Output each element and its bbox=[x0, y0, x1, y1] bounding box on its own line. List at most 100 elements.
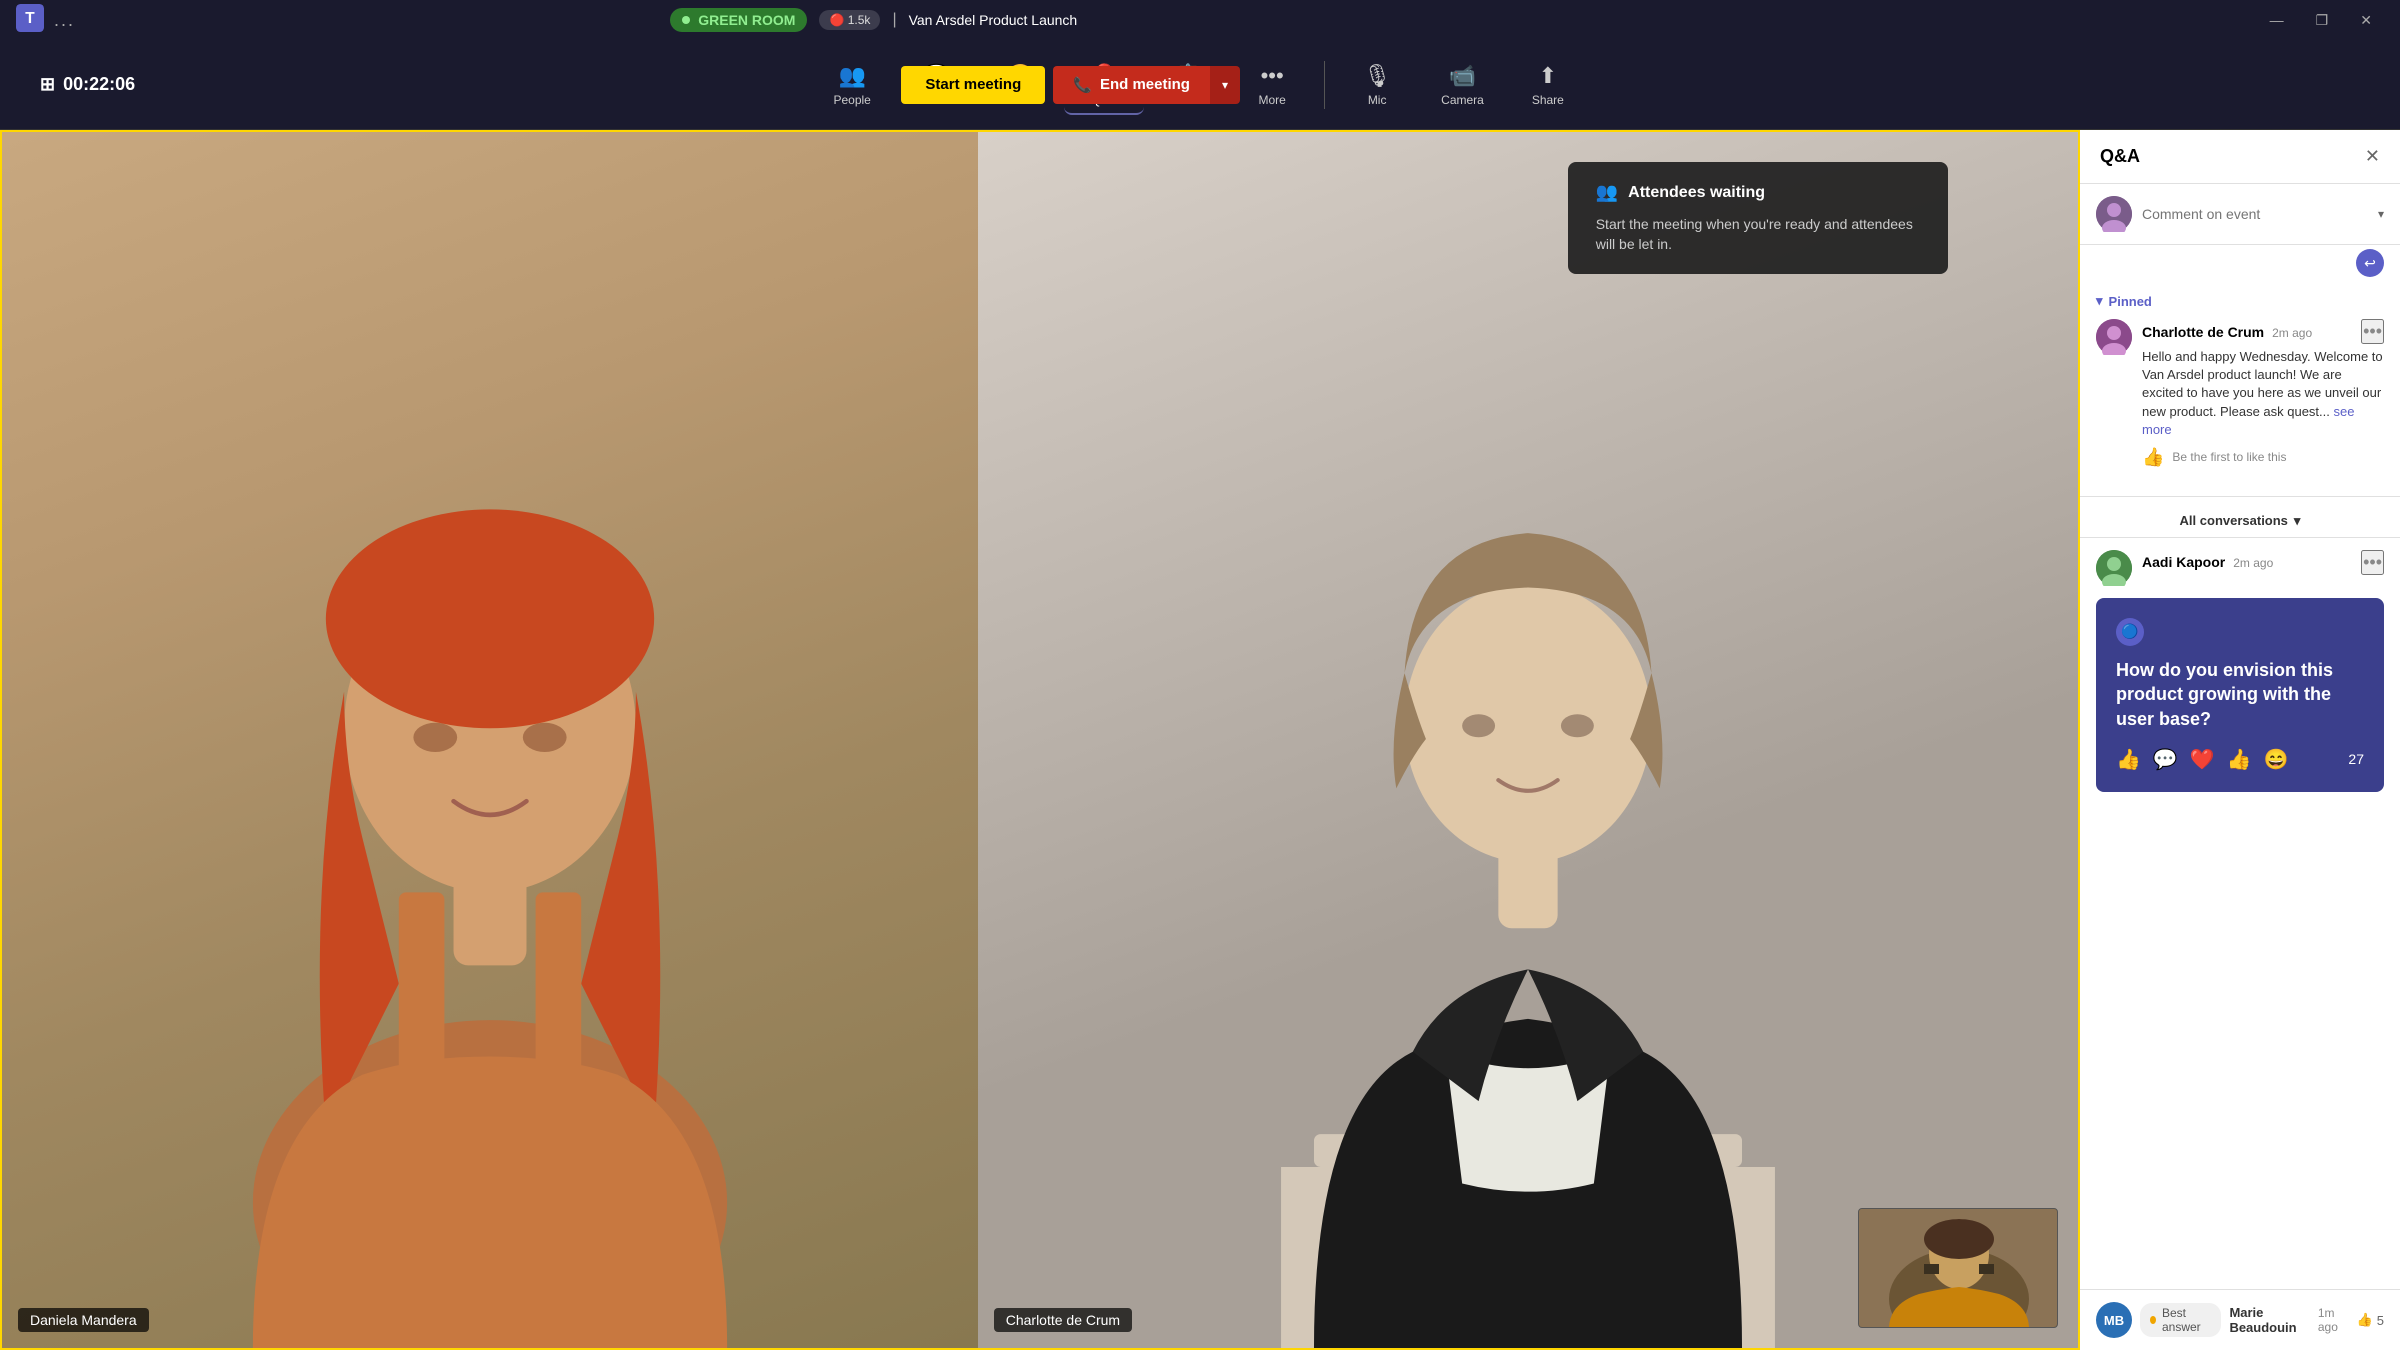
video-left: Daniela Mandera bbox=[2, 132, 978, 1348]
best-answer-time: 1m ago bbox=[2318, 1306, 2349, 1334]
titlebar-more-dots[interactable]: ... bbox=[54, 10, 75, 31]
aadi-time: 2m ago bbox=[2233, 556, 2273, 570]
waiting-title: Attendees waiting bbox=[1628, 184, 1765, 202]
question-like-button[interactable]: 👍 bbox=[2116, 747, 2141, 772]
green-room-dot bbox=[682, 16, 690, 24]
pinned-chevron-icon: ▾ bbox=[2096, 293, 2103, 309]
question-thumbs-button[interactable]: 👍 bbox=[2227, 747, 2252, 772]
separator: | bbox=[892, 11, 896, 29]
people-label: People bbox=[833, 93, 870, 107]
question-section: Aadi Kapoor 2m ago ••• 🔵 How do you envi… bbox=[2080, 538, 2400, 1289]
svg-text:T: T bbox=[25, 10, 35, 27]
all-conversations-chevron: ▾ bbox=[2294, 513, 2301, 529]
comment-input-field[interactable] bbox=[2142, 206, 2368, 222]
aadi-avatar bbox=[2096, 550, 2132, 586]
question-icon-symbol: 🔵 bbox=[2121, 623, 2138, 640]
best-answer-like-icon: 👍 bbox=[2357, 1312, 2373, 1328]
end-meeting-chevron[interactable]: ▾ bbox=[1210, 66, 1240, 104]
toolbar-action-buttons: Start meeting 📞 End meeting ▾ bbox=[901, 66, 1240, 104]
question-card: 🔵 How do you envision this product growi… bbox=[2096, 598, 2384, 792]
pinned-label: ▾ Pinned bbox=[2096, 293, 2384, 309]
waiting-banner: 👥 Attendees waiting Start the meeting wh… bbox=[1568, 162, 1948, 274]
charlotte-more-button[interactable]: ••• bbox=[2361, 319, 2384, 344]
charlotte-msg-header: Charlotte de Crum 2m ago ••• bbox=[2142, 319, 2384, 344]
charlotte-like-row: 👍 Be the first to like this bbox=[2142, 447, 2384, 468]
aadi-message: Aadi Kapoor 2m ago ••• bbox=[2096, 550, 2384, 586]
qa-divider-1 bbox=[2080, 496, 2400, 497]
qa-panel-title: Q&A bbox=[2100, 146, 2140, 167]
reaction-count: 27 bbox=[2348, 751, 2364, 767]
toolbar-item-mic[interactable]: 🎙 Mic bbox=[1337, 55, 1417, 115]
titlebar: T ... GREEN ROOM 🔴 1.5k | Van Arsdel Pro… bbox=[0, 0, 2400, 40]
close-button[interactable]: ✕ bbox=[2348, 8, 2384, 33]
charlotte-avatar bbox=[2096, 319, 2132, 355]
end-meeting-button[interactable]: 📞 End meeting bbox=[1053, 66, 1210, 104]
best-answer-name: Marie Beaudouin bbox=[2229, 1305, 2309, 1335]
question-actions: 👍 💬 ❤️ 👍 😄 27 bbox=[2116, 747, 2364, 772]
question-heart-button[interactable]: ❤️ bbox=[2190, 747, 2215, 772]
person-silhouette-left bbox=[124, 254, 856, 1348]
charlotte-time: 2m ago bbox=[2272, 326, 2312, 340]
pinned-section: ▾ Pinned Charlotte de Crum 2m bbox=[2080, 285, 2400, 488]
green-room-label: GREEN ROOM bbox=[698, 12, 795, 28]
end-meeting-group: 📞 End meeting ▾ bbox=[1053, 66, 1240, 104]
start-meeting-button[interactable]: Start meeting bbox=[901, 66, 1045, 104]
aadi-msg-body: Aadi Kapoor 2m ago ••• bbox=[2142, 550, 2384, 586]
charlotte-like-button[interactable]: 👍 bbox=[2142, 447, 2164, 468]
aadi-name: Aadi Kapoor bbox=[2142, 554, 2225, 570]
all-conversations-toggle[interactable]: All conversations ▾ bbox=[2080, 505, 2400, 538]
qa-action-badge[interactable]: ↩ bbox=[2356, 249, 2384, 277]
qa-panel: Q&A ✕ ▾ ↩ ▾ Pinned bbox=[2080, 130, 2400, 1350]
best-answer-dot bbox=[2150, 1316, 2156, 1324]
person-silhouette-right bbox=[1170, 278, 1885, 1348]
meeting-title: Van Arsdel Product Launch bbox=[909, 12, 1078, 28]
comment-dropdown-arrow[interactable]: ▾ bbox=[2378, 207, 2384, 221]
best-answer-label: Best answer bbox=[2162, 1306, 2211, 1334]
name-label-left: Daniela Mandera bbox=[18, 1308, 149, 1332]
charlotte-name: Charlotte de Crum bbox=[2142, 324, 2264, 340]
best-answer-likes: 👍 5 bbox=[2357, 1312, 2384, 1328]
comment-area: ▾ bbox=[2080, 184, 2400, 245]
titlebar-controls: — ❐ ✕ bbox=[2258, 8, 2384, 33]
name-label-right: Charlotte de Crum bbox=[994, 1308, 1132, 1332]
camera-label: Camera bbox=[1441, 93, 1484, 107]
toolbar-item-camera[interactable]: 📹 Camera bbox=[1421, 55, 1504, 115]
video-thumbnail bbox=[1858, 1208, 2058, 1328]
best-answer-like-count: 5 bbox=[2377, 1313, 2384, 1328]
charlotte-msg-body: Charlotte de Crum 2m ago ••• Hello and h… bbox=[2142, 319, 2384, 468]
more-label: More bbox=[1258, 93, 1285, 107]
share-icon: ⬆ bbox=[1539, 63, 1557, 89]
toolbar: ⊞ 00:22:06 👥 People 💬 Chat 😊 React ❓ Q&A… bbox=[0, 40, 2400, 130]
restore-button[interactable]: ❐ bbox=[2304, 8, 2341, 33]
more-icon: ••• bbox=[1261, 63, 1284, 89]
toolbar-item-people[interactable]: 👥 People bbox=[812, 55, 892, 115]
attendees-waiting-icon: 👥 bbox=[1596, 182, 1618, 203]
green-room-badge: GREEN ROOM bbox=[670, 8, 807, 32]
toolbar-item-share[interactable]: ⬆ Share bbox=[1508, 55, 1588, 115]
aadi-more-button[interactable]: ••• bbox=[2361, 550, 2384, 575]
teams-logo: T bbox=[16, 4, 44, 37]
mic-icon: 🎙 bbox=[1363, 63, 1391, 89]
titlebar-center: GREEN ROOM 🔴 1.5k | Van Arsdel Product L… bbox=[670, 8, 1077, 32]
aadi-msg-header: Aadi Kapoor 2m ago ••• bbox=[2142, 550, 2384, 575]
best-answer-row: MB Best answer Marie Beaudouin 1m ago 👍 … bbox=[2080, 1289, 2400, 1350]
qa-close-button[interactable]: ✕ bbox=[2365, 146, 2380, 167]
video-right: 👥 Attendees waiting Start the meeting wh… bbox=[978, 132, 2078, 1348]
qa-header: Q&A ✕ bbox=[2080, 130, 2400, 184]
minimize-button[interactable]: — bbox=[2258, 8, 2296, 33]
question-text: How do you envision this product growing… bbox=[2116, 658, 2364, 731]
video-area: Daniela Mandera bbox=[0, 130, 2080, 1350]
question-card-icon: 🔵 bbox=[2116, 618, 2144, 646]
toolbar-divider bbox=[1324, 61, 1325, 109]
pinned-message: Charlotte de Crum 2m ago ••• Hello and h… bbox=[2096, 319, 2384, 468]
all-conversations-label: All conversations bbox=[2180, 513, 2288, 528]
mic-label: Mic bbox=[1368, 93, 1387, 107]
question-laugh-button[interactable]: 😄 bbox=[2264, 747, 2289, 772]
people-icon: 👥 bbox=[838, 63, 865, 89]
toolbar-item-more[interactable]: ••• More bbox=[1232, 55, 1312, 115]
best-answer-badge: Best answer bbox=[2140, 1303, 2221, 1337]
end-meeting-label: End meeting bbox=[1100, 76, 1190, 93]
question-comment-button[interactable]: 💬 bbox=[2153, 747, 2178, 772]
comment-user-avatar bbox=[2096, 196, 2132, 232]
pinned-text: Pinned bbox=[2109, 294, 2152, 309]
